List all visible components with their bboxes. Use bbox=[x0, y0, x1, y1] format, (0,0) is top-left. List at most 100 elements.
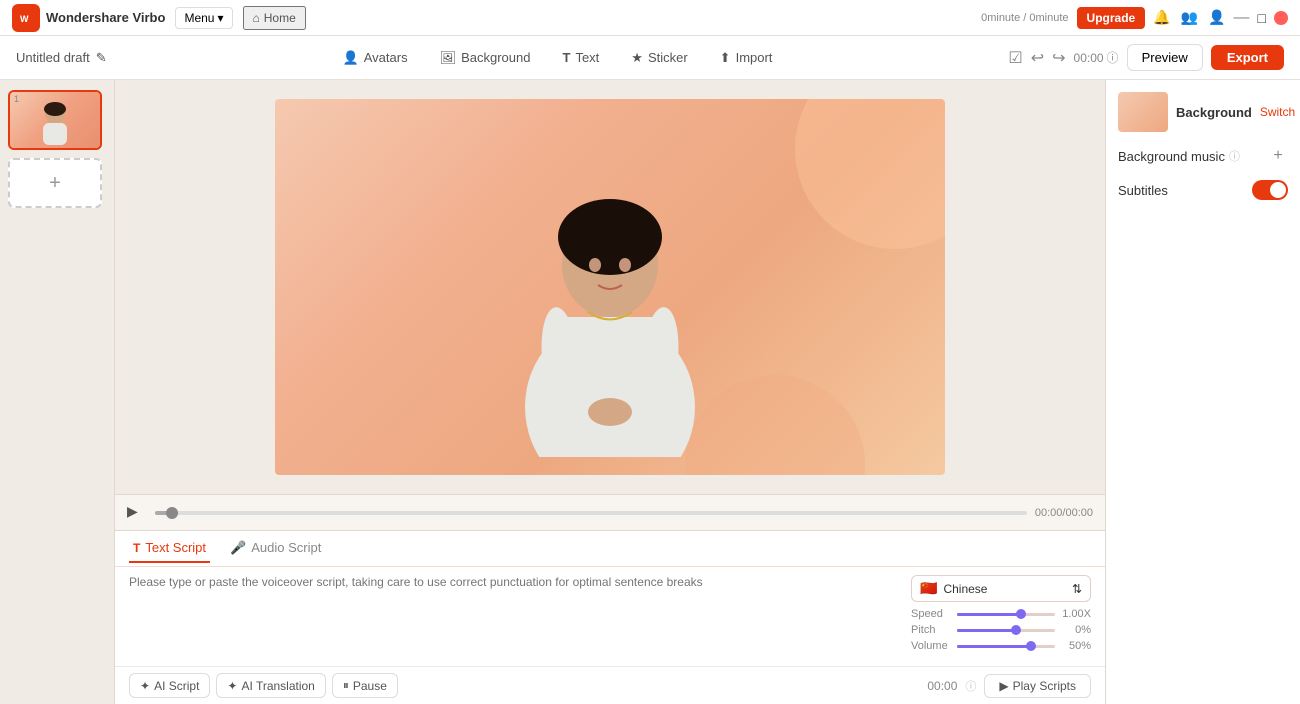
speed-track[interactable] bbox=[957, 613, 1055, 616]
timeline-time: 00:00/00:00 bbox=[1035, 507, 1093, 519]
background-label: Background bbox=[461, 50, 530, 65]
nav-item-sticker[interactable]: ★ Sticker bbox=[617, 45, 701, 71]
subtitles-toggle[interactable] bbox=[1252, 180, 1288, 200]
upgrade-button[interactable]: Upgrade bbox=[1077, 7, 1146, 29]
add-slide-button[interactable]: + bbox=[8, 158, 102, 208]
script-tabs: T Text Script 🎤 Audio Script bbox=[115, 531, 1105, 567]
home-label: Home bbox=[264, 11, 296, 25]
timeline-dot bbox=[166, 507, 178, 519]
background-title: Background bbox=[1176, 105, 1252, 120]
edit-icon[interactable]: ✎ bbox=[96, 50, 107, 66]
play-button[interactable]: ▶ bbox=[127, 503, 147, 523]
nav-items: 👤 Avatars 🖼 Background T Text ★ Sticker … bbox=[329, 45, 787, 71]
logo: W Wondershare Virbo bbox=[12, 4, 165, 32]
main-layout: 1 + bbox=[0, 80, 1300, 704]
time-usage: 0minute / 0minute bbox=[981, 12, 1068, 24]
title-bar-right: 0minute / 0minute Upgrade 🔔 👥 👤 — □ bbox=[981, 7, 1288, 29]
pitch-label: Pitch bbox=[911, 624, 951, 636]
import-label: Import bbox=[736, 50, 773, 65]
nav-item-background[interactable]: 🖼 Background bbox=[426, 45, 545, 71]
play-scripts-icon: ▶ bbox=[999, 679, 1008, 693]
background-preview bbox=[1118, 92, 1168, 132]
import-icon: ⬆ bbox=[720, 50, 731, 66]
tab-audio-script[interactable]: 🎤 Audio Script bbox=[226, 534, 325, 564]
nav-item-avatars[interactable]: 👤 Avatars bbox=[329, 45, 422, 71]
timeline-track[interactable] bbox=[155, 511, 1027, 515]
speed-value: 1.00X bbox=[1061, 608, 1091, 620]
center-area: ▶ 00:00/00:00 T Text Script 🎤 Audio Scri… bbox=[115, 80, 1105, 704]
panel-section-subtitles: Subtitles bbox=[1118, 180, 1288, 200]
avatar-svg bbox=[470, 117, 750, 457]
title-bar: W Wondershare Virbo Menu ▾ ⌂ Home 0minut… bbox=[0, 0, 1300, 36]
pause-button[interactable]: ⏸ Pause bbox=[332, 673, 398, 698]
save-icon[interactable]: ☑ bbox=[1008, 48, 1022, 68]
script-input[interactable] bbox=[129, 575, 901, 655]
script-settings: 🇨🇳 Chinese ⇅ Speed 1. bbox=[911, 575, 1091, 658]
notifications-icon[interactable]: 🔔 bbox=[1153, 9, 1170, 26]
account-icon[interactable]: 👤 bbox=[1208, 9, 1225, 26]
volume-slider-row: Volume 50% bbox=[911, 640, 1091, 652]
volume-track[interactable] bbox=[957, 645, 1055, 648]
pause-label: Pause bbox=[353, 679, 387, 693]
bg-music-info-icon: ⓘ bbox=[1229, 148, 1240, 164]
text-label: Text bbox=[575, 50, 599, 65]
bg-shape-1 bbox=[795, 99, 945, 249]
ai-translation-button[interactable]: ✦ AI Translation bbox=[216, 673, 325, 698]
slide-thumb-inner: 1 bbox=[10, 92, 100, 148]
preview-button[interactable]: Preview bbox=[1127, 44, 1203, 71]
play-scripts-label: Play Scripts bbox=[1013, 679, 1076, 693]
avatars-icon: 👤 bbox=[343, 50, 359, 66]
timer-info-icon: ⓘ bbox=[965, 678, 976, 694]
nav-item-import[interactable]: ⬆ Import bbox=[706, 45, 787, 71]
time-counter-value: 00:00 bbox=[1074, 51, 1104, 65]
pitch-fill bbox=[957, 629, 1016, 632]
audio-script-icon: 🎤 bbox=[230, 540, 246, 556]
minimize-icon[interactable]: — bbox=[1234, 9, 1250, 27]
timeline: ▶ 00:00/00:00 bbox=[115, 494, 1105, 530]
canvas[interactable] bbox=[275, 99, 945, 475]
toolbar-icons: 🔔 👥 👤 bbox=[1153, 9, 1225, 26]
language-selector[interactable]: 🇨🇳 Chinese ⇅ bbox=[911, 575, 1091, 602]
ai-translation-icon: ✦ bbox=[227, 679, 237, 693]
menu-button[interactable]: Menu ▾ bbox=[175, 7, 232, 29]
svg-text:W: W bbox=[20, 14, 29, 24]
home-icon: ⌂ bbox=[253, 11, 260, 25]
maximize-icon[interactable]: □ bbox=[1258, 10, 1266, 26]
slide-thumbnail-1[interactable]: 1 bbox=[8, 90, 102, 150]
script-content: 🇨🇳 Chinese ⇅ Speed 1. bbox=[115, 567, 1105, 666]
text-script-label: Text Script bbox=[145, 540, 206, 555]
top-nav: Untitled draft ✎ 👤 Avatars 🖼 Background … bbox=[0, 36, 1300, 80]
ai-translation-label: AI Translation bbox=[241, 679, 314, 693]
add-music-button[interactable]: + bbox=[1268, 146, 1288, 166]
play-scripts-button[interactable]: ▶ Play Scripts bbox=[984, 674, 1091, 698]
users-icon[interactable]: 👥 bbox=[1181, 9, 1198, 26]
time-counter: 00:00 ⓘ bbox=[1074, 49, 1119, 66]
bg-music-text: Background music bbox=[1118, 149, 1225, 164]
redo-icon[interactable]: ↪ bbox=[1052, 48, 1065, 68]
ai-script-button[interactable]: ✦ AI Script bbox=[129, 673, 210, 698]
close-icon[interactable] bbox=[1274, 11, 1288, 25]
undo-icon[interactable]: ↩ bbox=[1031, 48, 1044, 68]
language-settings-icon: ⇅ bbox=[1072, 582, 1082, 596]
pitch-thumb[interactable] bbox=[1011, 625, 1021, 635]
speed-thumb[interactable] bbox=[1016, 609, 1026, 619]
speed-fill bbox=[957, 613, 1021, 616]
volume-label: Volume bbox=[911, 640, 951, 652]
nav-item-text[interactable]: T Text bbox=[548, 45, 613, 70]
panel-section-music: Background music ⓘ + bbox=[1118, 146, 1288, 166]
panel-header: Background Switch bbox=[1118, 92, 1288, 132]
menu-label: Menu bbox=[184, 11, 214, 25]
slides-panel: 1 + bbox=[0, 80, 115, 704]
switch-button[interactable]: Switch bbox=[1260, 105, 1295, 119]
volume-thumb[interactable] bbox=[1026, 641, 1036, 651]
tab-text-script[interactable]: T Text Script bbox=[129, 534, 210, 563]
pitch-value: 0% bbox=[1061, 624, 1091, 636]
home-button[interactable]: ⌂ Home bbox=[243, 6, 306, 30]
logo-text: Wondershare Virbo bbox=[46, 10, 165, 25]
export-button[interactable]: Export bbox=[1211, 45, 1284, 70]
timeline-progress bbox=[155, 511, 172, 515]
pitch-track[interactable] bbox=[957, 629, 1055, 632]
sliders-group: Speed 1.00X Pitch bbox=[911, 608, 1091, 652]
speed-label: Speed bbox=[911, 608, 951, 620]
script-area: T Text Script 🎤 Audio Script 🇨🇳 Chinese bbox=[115, 530, 1105, 704]
